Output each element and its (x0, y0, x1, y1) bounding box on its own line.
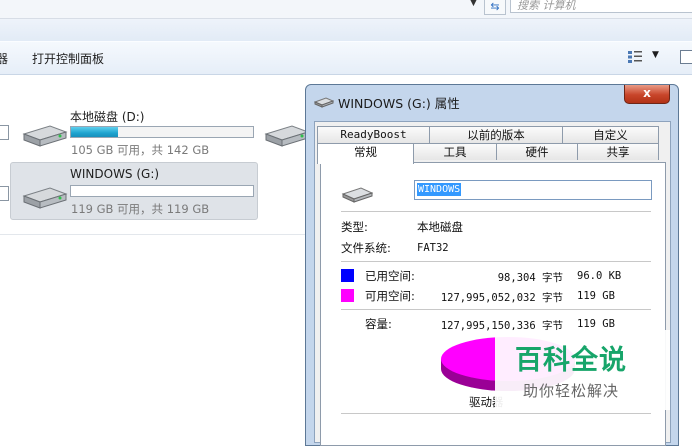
free-space-label: 可用空间: (365, 289, 415, 303)
menu-band (0, 19, 692, 41)
capacity-label: 容量: (365, 317, 392, 331)
drive-space-info: 119 GB 可用，共 119 GB (71, 202, 210, 216)
view-dropdown-arrow-icon[interactable]: ▼ (652, 50, 659, 60)
search-input[interactable]: 搜索 计算机 (510, 0, 692, 13)
drive-usage-fill (71, 127, 119, 137)
open-control-panel-button[interactable]: 打开控制面板 (32, 50, 104, 67)
close-button[interactable]: x (624, 85, 670, 104)
used-space-swatch (341, 269, 354, 282)
drive-title-icon (314, 97, 334, 108)
free-space-size: 119 GB (577, 290, 615, 302)
tab-general[interactable]: 常规 (317, 143, 414, 164)
drive-checkbox[interactable] (0, 186, 9, 201)
address-dropdown-arrow-icon[interactable]: ▼ (470, 0, 480, 12)
drive-icon (341, 187, 373, 203)
volume-name-input[interactable]: WINDOWS (414, 180, 652, 200)
used-space-label: 已用空间: (365, 269, 415, 283)
separator (341, 261, 651, 262)
capacity-size: 119 GB (577, 318, 615, 330)
hard-drive-icon (22, 125, 68, 147)
tab-tools[interactable]: 工具 (413, 143, 497, 160)
change-view-icon[interactable] (628, 51, 642, 63)
free-space-bytes: 127,995,052,032 字节 (440, 292, 563, 304)
drive-checkbox[interactable] (0, 125, 9, 140)
drive-usage-bar (70, 185, 254, 197)
tab-sharing[interactable]: 共享 (577, 143, 659, 160)
dialog-title: WINDOWS (G:) 属性 (338, 96, 460, 111)
watermark: 百科全说 助你轻松解决 (495, 330, 670, 410)
tab-customize[interactable]: 自定义 (562, 126, 659, 143)
hard-drive-icon (264, 125, 310, 147)
filesystem-value: FAT32 (417, 242, 449, 254)
watermark-subtitle: 助你轻松解决 (523, 382, 620, 400)
free-space-swatch (341, 289, 354, 302)
type-value: 本地磁盘 (417, 220, 463, 234)
command-toolbar: 器 打开控制面板 ▼ (0, 41, 692, 75)
separator (341, 309, 651, 310)
drive-name[interactable]: 本地磁盘 (D:) (70, 108, 144, 125)
separator (341, 413, 651, 414)
filesystem-label: 文件系统: (341, 241, 391, 255)
drive-usage-bar (70, 126, 254, 138)
type-label: 类型: (341, 220, 368, 234)
tab-hardware[interactable]: 硬件 (496, 143, 578, 160)
separator (341, 211, 651, 212)
toolbar-cut-item[interactable]: 器 (0, 50, 8, 67)
watermark-title: 百科全说 (515, 345, 627, 376)
drive-name[interactable]: WINDOWS (G:) (70, 167, 159, 181)
volume-name-value: WINDOWS (417, 183, 462, 196)
used-space-bytes: 98,304 字节 (497, 272, 563, 284)
preview-pane-icon[interactable] (680, 50, 692, 64)
drive-space-info: 105 GB 可用，共 142 GB (71, 143, 210, 157)
divider (0, 234, 305, 235)
used-space-size: 96.0 KB (577, 270, 622, 282)
hard-drive-icon (22, 187, 68, 209)
refresh-button[interactable]: ⇆ (484, 0, 506, 15)
tab-readyboost[interactable]: ReadyBoost (317, 126, 430, 143)
tab-previous-versions[interactable]: 以前的版本 (429, 126, 563, 143)
search-placeholder: 搜索 计算机 (517, 0, 576, 12)
